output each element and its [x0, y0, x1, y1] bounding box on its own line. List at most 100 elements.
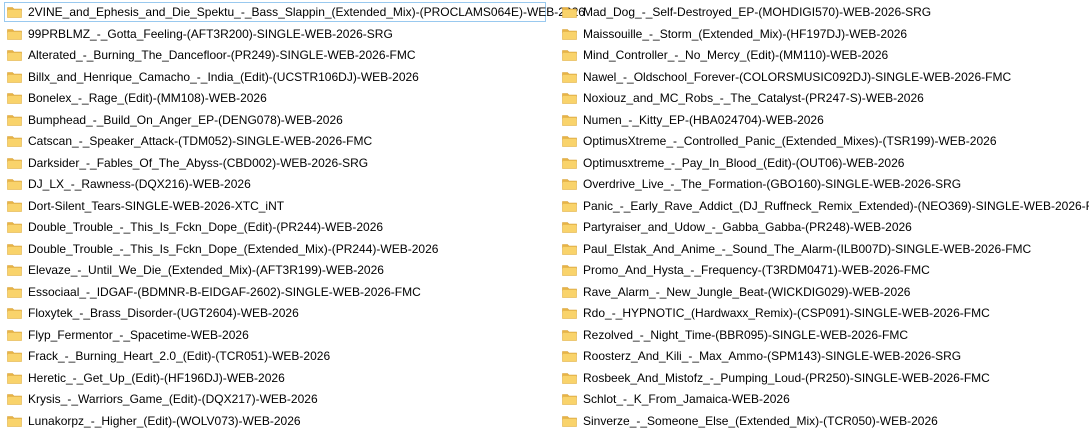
folder-name: Billx_and_Henrique_Camacho_-_India_(Edit…: [28, 69, 419, 84]
folder-name: Partyraiser_and_Udow_-_Gabba_Gabba-(PR24…: [583, 220, 912, 234]
folder-icon: [562, 28, 577, 40]
folder-icon: [562, 222, 577, 233]
folder-item[interactable]: Partyraiser_and_Udow_-_Gabba_Gabba-(PR24…: [559, 217, 1085, 237]
folder-item[interactable]: Mind_Controller_-_No_Mercy_(Edit)-(MM110…: [559, 45, 1085, 65]
folder-icon: [7, 93, 22, 104]
folder-name: Krysis_-_Warriors_Game_(Edit)-(DQX217)-W…: [28, 392, 318, 406]
folder-name: Roosterz_And_Kili_-_Max_Ammo-(SPM143)-SI…: [583, 349, 962, 363]
folder-item[interactable]: Rezolved_-_Night_Time-(BBR095)-SINGLE-WE…: [559, 325, 1085, 345]
folder-item[interactable]: Rave_Alarm_-_New_Jungle_Beat-(WICKDIG029…: [559, 282, 1085, 302]
folder-name: Rezolved_-_Night_Time-(BBR095)-SINGLE-WE…: [583, 327, 908, 342]
folder-icon: [7, 28, 22, 40]
folder-name: Double_Trouble_-_This_Is_Fckn_Dope_(Edit…: [28, 220, 384, 234]
folder-name: Essociaal_-_IDGAF-(BDMNR-B-EIDGAF-2602)-…: [28, 284, 421, 299]
folder-icon: [7, 157, 22, 169]
folder-icon: [562, 114, 577, 126]
folder-icon: [7, 351, 22, 362]
folder-name: Rosbeek_And_Mistofz_-_Pumping_Loud-(PR25…: [583, 370, 990, 385]
folder-icon: [562, 7, 577, 18]
folder-name: Noxiouz_and_MC_Robs_-_The_Catalyst-(PR24…: [583, 91, 924, 105]
folder-column-right: Mad_Dog_-_Self-Destroyed_EP-(MOHDIGI570)…: [559, 2, 1089, 432]
folder-name: DJ_LX_-_Rawness-(DQX216)-WEB-2026: [28, 177, 251, 191]
folder-item[interactable]: Krysis_-_Warriors_Game_(Edit)-(DQX217)-W…: [4, 389, 547, 409]
folder-item[interactable]: 99PRBLMZ_-_Gotta_Feeling-(AFT3R200)-SING…: [4, 24, 547, 44]
folder-item[interactable]: Paul_Elstak_And_Anime_-_Sound_The_Alarm-…: [559, 239, 1085, 259]
folder-name: Promo_And_Hysta_-_Frequency-(T3RDM0471)-…: [583, 263, 930, 277]
folder-icon: [7, 394, 22, 405]
folder-name: Bonelex_-_Rage_(Edit)-(MM108)-WEB-2026: [28, 91, 267, 105]
folder-item[interactable]: DJ_LX_-_Rawness-(DQX216)-WEB-2026: [4, 174, 547, 194]
folder-icon: [562, 243, 577, 255]
folder-icon: [7, 329, 22, 341]
folder-item[interactable]: Dort-Silent_Tears-SINGLE-WEB-2026-XTC_iN…: [4, 196, 547, 216]
folder-item[interactable]: Noxiouz_and_MC_Robs_-_The_Catalyst-(PR24…: [559, 88, 1085, 108]
folder-item[interactable]: Essociaal_-_IDGAF-(BDMNR-B-EIDGAF-2602)-…: [4, 282, 547, 302]
folder-item[interactable]: Rosbeek_And_Mistofz_-_Pumping_Loud-(PR25…: [559, 368, 1085, 388]
folder-icon: [562, 93, 577, 104]
folder-name: Panic_-_Early_Rave_Addict_(DJ_Ruffneck_R…: [583, 198, 1089, 213]
folder-item[interactable]: Roosterz_And_Kili_-_Max_Ammo-(SPM143)-SI…: [559, 346, 1085, 366]
folder-icon: [7, 50, 22, 61]
folder-icon: [562, 200, 577, 212]
folder-icon: [562, 372, 577, 384]
folder-name: Optimusxtreme_-_Pay_In_Blood_(Edit)-(OUT…: [583, 155, 905, 170]
folder-name: Schlot_-_K_From_Jamaica-WEB-2026: [583, 392, 790, 406]
folder-name: Flyp_Fermentor_-_Spacetime-WEB-2026: [28, 327, 249, 342]
folder-item[interactable]: Promo_And_Hysta_-_Frequency-(T3RDM0471)-…: [559, 260, 1085, 280]
folder-name: Paul_Elstak_And_Anime_-_Sound_The_Alarm-…: [583, 241, 1032, 256]
folder-item[interactable]: Maissouille_-_Storm_(Extended_Mix)-(HF19…: [559, 24, 1085, 44]
folder-icon: [7, 222, 22, 233]
folder-item[interactable]: Double_Trouble_-_This_Is_Fckn_Dope_(Exte…: [4, 239, 547, 259]
folder-item[interactable]: Mad_Dog_-_Self-Destroyed_EP-(MOHDIGI570)…: [559, 2, 1085, 22]
folder-icon: [562, 265, 577, 276]
folder-icon: [7, 136, 22, 147]
folder-name: Heretic_-_Get_Up_(Edit)-(HF196DJ)-WEB-20…: [28, 370, 285, 385]
folder-icon: [562, 157, 577, 169]
folder-name: Catscan_-_Speaker_Attack-(TDM052)-SINGLE…: [28, 134, 373, 148]
folder-name: Nawel_-_Oldschool_Forever-(COLORSMUSIC09…: [583, 69, 1012, 84]
folder-item[interactable]: 2VINE_and_Ephesis_and_Die_Spektu_-_Bass_…: [4, 2, 585, 22]
folder-icon: [562, 351, 577, 362]
folder-item[interactable]: Catscan_-_Speaker_Attack-(TDM052)-SINGLE…: [4, 131, 547, 151]
folder-item[interactable]: Nawel_-_Oldschool_Forever-(COLORSMUSIC09…: [559, 67, 1085, 87]
folder-icon: [562, 286, 577, 298]
folder-icon: [562, 50, 577, 61]
folder-item[interactable]: Billx_and_Henrique_Camacho_-_India_(Edit…: [4, 67, 547, 87]
folder-item[interactable]: Frack_-_Burning_Heart_2.0_(Edit)-(TCR051…: [4, 346, 547, 366]
folder-icon: [7, 265, 22, 276]
folder-icon: [7, 243, 22, 255]
folder-item[interactable]: Numen_-_Kitty_EP-(HBA024704)-WEB-2026: [559, 110, 1085, 130]
folder-item[interactable]: Rdo_-_HYPNOTIC_(Hardwaxx_Remix)-(CSP091)…: [559, 303, 1085, 323]
folder-icon: [562, 179, 577, 190]
folder-name: Rave_Alarm_-_New_Jungle_Beat-(WICKDIG029…: [583, 284, 911, 299]
folder-name: Frack_-_Burning_Heart_2.0_(Edit)-(TCR051…: [28, 349, 331, 363]
folder-icon: [7, 372, 22, 384]
folder-item[interactable]: Alterated_-_Burning_The_Dancefloor-(PR24…: [4, 45, 547, 65]
folder-icon: [7, 114, 22, 126]
folder-item[interactable]: Bonelex_-_Rage_(Edit)-(MM108)-WEB-2026: [4, 88, 547, 108]
folder-name: Bumphead_-_Build_On_Anger_EP-(DENG078)-W…: [28, 112, 343, 127]
folder-icon: [562, 394, 577, 405]
folder-name: Rdo_-_HYPNOTIC_(Hardwaxx_Remix)-(CSP091)…: [583, 306, 990, 320]
folder-item[interactable]: Elevaze_-_Until_We_Die_(Extended_Mix)-(A…: [4, 260, 547, 280]
folder-item[interactable]: Darksider_-_Fables_Of_The_Abyss-(CBD002)…: [4, 153, 547, 173]
folder-name: Overdrive_Live_-_The_Formation-(GBO160)-…: [583, 177, 962, 191]
folder-icon: [562, 329, 577, 341]
folder-item[interactable]: Heretic_-_Get_Up_(Edit)-(HF196DJ)-WEB-20…: [4, 368, 547, 388]
folder-item[interactable]: Lunakorpz_-_Higher_(Edit)-(WOLV073)-WEB-…: [4, 411, 547, 431]
folder-name: Dort-Silent_Tears-SINGLE-WEB-2026-XTC_iN…: [28, 198, 285, 213]
folder-item[interactable]: Panic_-_Early_Rave_Addict_(DJ_Ruffneck_R…: [559, 196, 1089, 216]
folder-column-left: 2VINE_and_Ephesis_and_Die_Spektu_-_Bass_…: [4, 2, 585, 432]
folder-item[interactable]: OptimusXtreme_-_Controlled_Panic_(Extend…: [559, 131, 1085, 151]
folder-icon: [7, 7, 22, 18]
folder-item[interactable]: Sinverze_-_Someone_Else_(Extended_Mix)-(…: [559, 411, 1085, 431]
folder-item[interactable]: Flyp_Fermentor_-_Spacetime-WEB-2026: [4, 325, 547, 345]
folder-item[interactable]: Floxytek_-_Brass_Disorder-(UGT2604)-WEB-…: [4, 303, 547, 323]
folder-item[interactable]: Bumphead_-_Build_On_Anger_EP-(DENG078)-W…: [4, 110, 547, 130]
folder-name: 99PRBLMZ_-_Gotta_Feeling-(AFT3R200)-SING…: [28, 26, 393, 41]
folder-item[interactable]: Overdrive_Live_-_The_Formation-(GBO160)-…: [559, 174, 1085, 194]
folder-item[interactable]: Double_Trouble_-_This_Is_Fckn_Dope_(Edit…: [4, 217, 547, 237]
folder-item[interactable]: Schlot_-_K_From_Jamaica-WEB-2026: [559, 389, 1085, 409]
folder-item[interactable]: Optimusxtreme_-_Pay_In_Blood_(Edit)-(OUT…: [559, 153, 1085, 173]
folder-icon: [562, 136, 577, 147]
